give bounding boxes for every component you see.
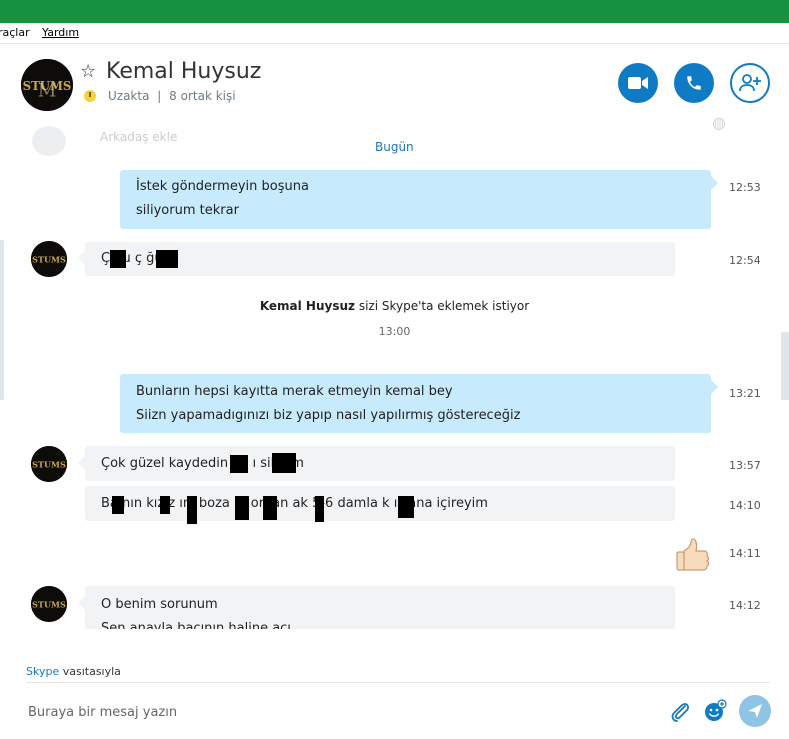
message-time: 13:21: [729, 387, 761, 400]
window-top-bar: [0, 0, 789, 23]
via-skype-label: Skype vasıtasıyla: [26, 665, 121, 678]
sender-avatar[interactable]: STUMS: [31, 446, 67, 482]
redaction-box: [160, 496, 170, 514]
avatar-logo-icon: STUMS: [31, 586, 67, 622]
sender-avatar[interactable]: STUMS: [31, 586, 67, 622]
redaction-box: [230, 455, 248, 473]
message-time: 12:54: [729, 254, 761, 267]
message-bubble-incoming[interactable]: O benim sorunum Sen anayla bacının halin…: [85, 586, 675, 629]
message-line: O benim sorunum: [101, 597, 218, 612]
message-time: 14:11: [729, 547, 761, 560]
add-people-button[interactable]: [730, 63, 770, 103]
mutual-contacts[interactable]: 8 ortak kişi: [169, 89, 235, 103]
avatar-logo-icon: STUMS M: [21, 59, 73, 111]
send-button[interactable]: [739, 695, 771, 727]
favorite-star-icon[interactable]: ☆: [80, 61, 96, 82]
menu-bar: raçlar Yardım: [0, 23, 789, 44]
emoji-icon[interactable]: [703, 699, 727, 723]
video-call-button[interactable]: [618, 63, 658, 103]
status-separator: |: [157, 89, 162, 103]
bubble-tail: [711, 380, 718, 394]
faded-message: Arkadaş ekle: [100, 130, 178, 144]
redaction-box: [187, 496, 197, 524]
message-bubble-incoming[interactable]: Ba nın kız z ını boza m ordan ak 5-6 dam…: [85, 486, 675, 524]
contact-request-notice: Kemal Huysuz sizi Skype'ta eklemek istiy…: [0, 299, 789, 313]
sender-avatar[interactable]: STUMS: [31, 241, 67, 277]
bubble-tail: [78, 456, 85, 470]
message-line: Bunların hepsi kayıtta merak etmeyin kem…: [136, 384, 453, 399]
contact-avatar[interactable]: STUMS M: [21, 59, 73, 111]
message-line: Siizn yapamadıgınızı biz yapıp nasıl yap…: [136, 408, 521, 423]
request-text: sizi Skype'ta eklemek istiyor: [355, 299, 530, 313]
thumbs-up-icon[interactable]: [672, 534, 712, 574]
svg-text:STUMS: STUMS: [32, 460, 66, 470]
bubble-tail: [78, 251, 85, 265]
message-bubble-outgoing[interactable]: İstek göndermeyin boşuna siliyorum tekra…: [120, 170, 711, 229]
add-person-icon: [739, 74, 761, 92]
svg-text:STUMS: STUMS: [32, 255, 66, 265]
message-input[interactable]: [26, 700, 630, 724]
redaction-box: [110, 250, 126, 268]
message-time: 13:57: [729, 459, 761, 472]
away-status-icon: [84, 90, 96, 102]
contact-status: Uzakta: [108, 89, 150, 103]
message-line: Sen anayla bacının haline acı: [101, 621, 291, 629]
bubble-tail: [711, 176, 718, 190]
redaction-box: [235, 496, 249, 520]
avatar-logo-icon: STUMS: [31, 446, 67, 482]
menu-item-tools[interactable]: raçlar: [0, 26, 30, 39]
conversation-header: STUMS M ☆ Kemal Huysuz Uzakta | 8 ortak …: [0, 44, 789, 132]
composer-divider: [26, 682, 770, 683]
message-line: siliyorum tekrar: [136, 203, 239, 218]
via-text: vasıtasıyla: [59, 665, 121, 678]
message-time: 14:12: [729, 599, 761, 612]
message-bubble-incoming[interactable]: Ç bu ç ğu: [85, 242, 675, 276]
redaction-box: [398, 496, 414, 518]
contact-status-line: Uzakta | 8 ortak kişi: [108, 89, 236, 103]
redaction-box: [272, 453, 296, 473]
faded-avatar: [32, 126, 66, 156]
request-sender[interactable]: Kemal Huysuz: [260, 299, 355, 313]
send-arrow-icon: [748, 704, 762, 718]
menu-item-help[interactable]: Yardım: [42, 26, 79, 39]
contact-name[interactable]: Kemal Huysuz: [106, 59, 261, 84]
skype-link[interactable]: Skype: [26, 665, 59, 678]
message-bubble-outgoing[interactable]: Bunların hepsi kayıtta merak etmeyin kem…: [120, 374, 711, 433]
svg-text:M: M: [38, 81, 57, 102]
svg-text:STUMS: STUMS: [32, 600, 66, 610]
date-separator: Bugün: [375, 140, 414, 154]
redaction-box: [156, 250, 178, 268]
phone-icon: [687, 76, 701, 90]
paperclip-icon[interactable]: [671, 700, 691, 722]
redaction-box: [315, 496, 324, 522]
message-time: 12:53: [729, 181, 761, 194]
request-time: 13:00: [378, 325, 411, 338]
message-bubble-incoming[interactable]: Çok güzel kaydedin an ı sik rim: [85, 446, 675, 481]
redaction-box: [112, 496, 124, 514]
video-camera-icon: [628, 77, 648, 89]
avatar-logo-icon: STUMS: [31, 241, 67, 277]
audio-call-button[interactable]: [674, 63, 714, 103]
message-time: 14:10: [729, 499, 761, 512]
bubble-tail: [78, 596, 85, 610]
message-line: İstek göndermeyin boşuna: [136, 179, 309, 194]
chat-history[interactable]: Arkadaş ekle Bugün İstek göndermeyin boş…: [0, 124, 789, 629]
redaction-box: [263, 496, 277, 520]
